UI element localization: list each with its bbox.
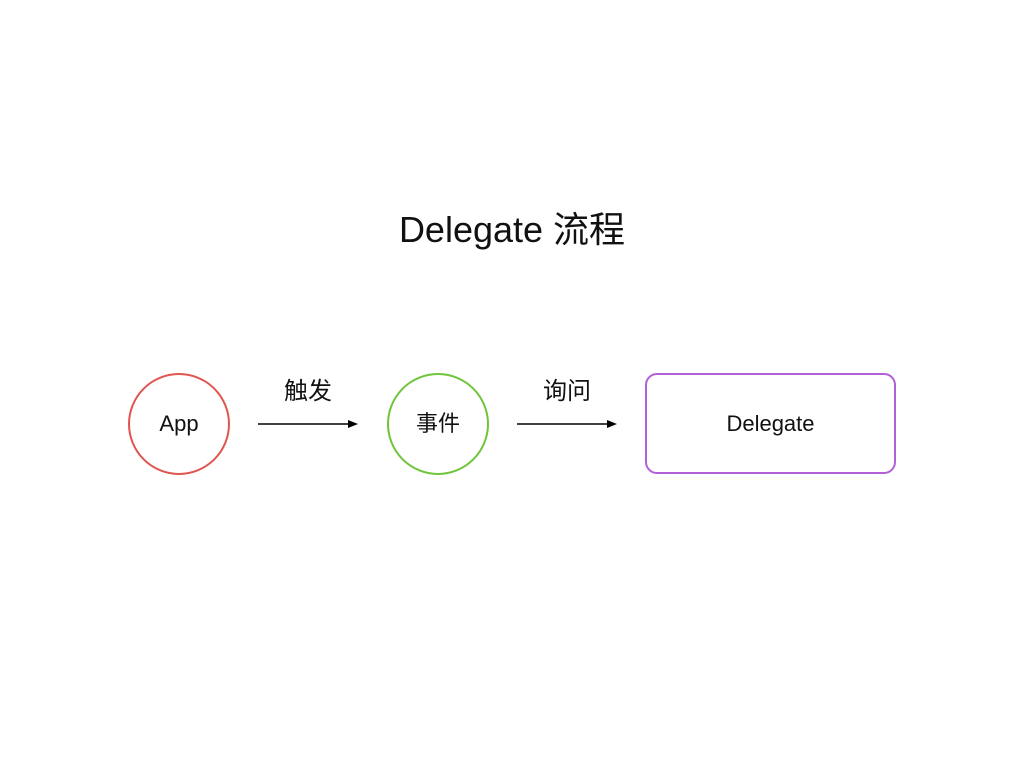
app-node: App <box>128 373 230 475</box>
trigger-arrow <box>258 420 358 428</box>
event-node-label: 事件 <box>415 411 460 436</box>
event-node: 事件 <box>387 373 489 475</box>
app-node-label: App <box>159 411 199 436</box>
delegate-node-label: Delegate <box>726 410 815 436</box>
diagram-title: Delegate 流程 <box>398 209 626 250</box>
ask-arrow <box>517 420 617 428</box>
delegate-node: Delegate <box>645 373 896 474</box>
ask-edge-label: 询问 <box>543 378 591 405</box>
trigger-edge-label: 触发 <box>284 378 332 405</box>
